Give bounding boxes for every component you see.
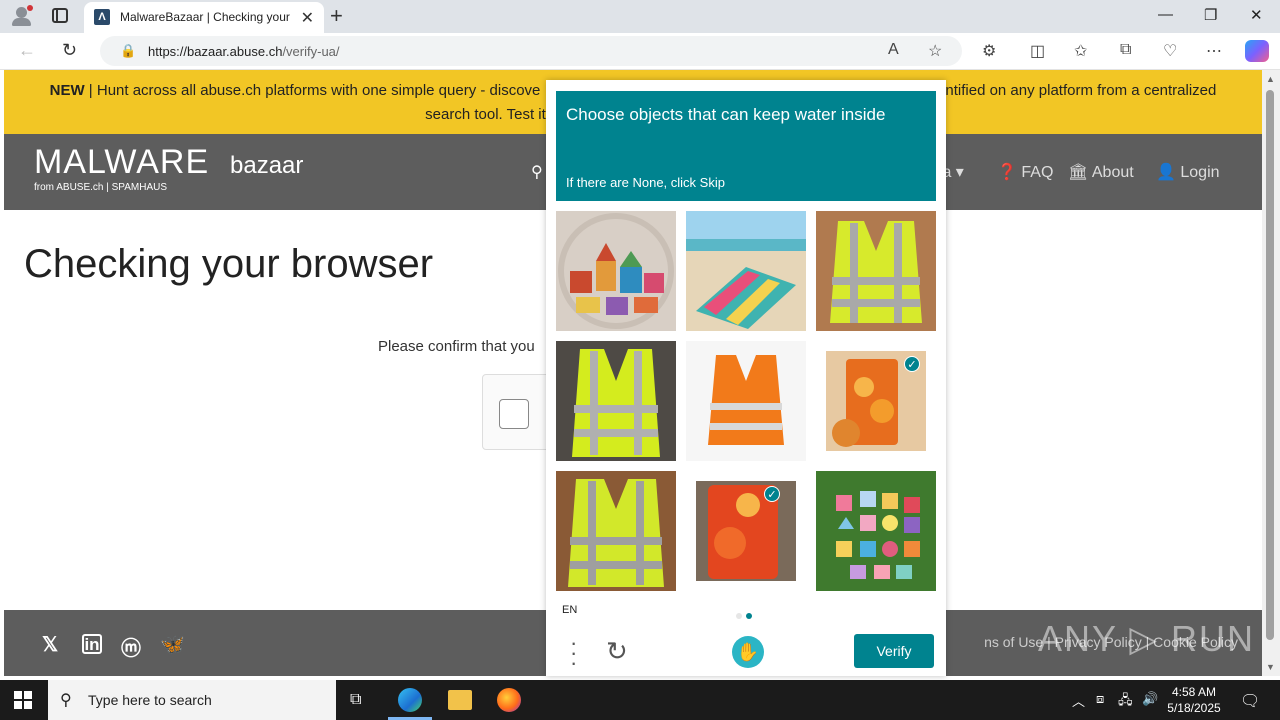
favorite-star-icon[interactable]: ☆ [928, 41, 942, 61]
firefox-icon[interactable] [497, 688, 521, 712]
settings-more-icon[interactable]: ⋯ [1206, 41, 1222, 61]
volume-icon[interactable]: 🔊 [1142, 691, 1158, 707]
minimize-button[interactable]: — [1158, 6, 1173, 23]
clock-time: 4:58 AM [1171, 685, 1217, 699]
refresh-challenge-icon[interactable]: ↻ [606, 636, 628, 667]
iced-tea-image [686, 471, 806, 591]
user-icon: 👤 [1156, 164, 1176, 181]
tile-iced-tea-glass[interactable]: ✓ [816, 341, 936, 461]
logo-malware[interactable]: MALWARE [34, 143, 209, 182]
logo-from: from ABUSE.ch | SPAMHAUS [34, 182, 168, 193]
nav-login[interactable]: 👤 Login [1156, 162, 1220, 182]
tab-actions-icon[interactable] [52, 8, 68, 23]
linkedin-icon[interactable]: in [82, 634, 102, 654]
file-explorer-icon[interactable] [448, 690, 472, 710]
tab-malwarebazaar[interactable]: Λ MalwareBazaar | Checking your bro ✕ [84, 2, 324, 33]
windows-start-icon[interactable] [14, 691, 32, 709]
tile-iced-tea-glass[interactable]: ✓ [686, 471, 806, 591]
clock-date: 5/18/2025 [1167, 701, 1221, 715]
restore-button[interactable]: ❐ [1204, 6, 1217, 24]
close-window-button[interactable]: ✕ [1250, 6, 1263, 24]
collections-icon[interactable]: ⧉ [1120, 41, 1131, 59]
tile-toy-blocks[interactable] [556, 211, 676, 331]
notifications-icon[interactable]: 🗨 [1240, 691, 1260, 711]
scroll-thumb[interactable] [1266, 90, 1274, 640]
logo-bazaar[interactable]: bazaar [230, 152, 303, 180]
nav-about[interactable]: 🏛 About [1068, 162, 1134, 182]
yellow-vest-image [556, 471, 676, 591]
anyrun-watermark: ANY ▷ RUN [1038, 618, 1256, 659]
split-screen-icon[interactable]: ◫ [1030, 41, 1045, 61]
page-title: Checking your browser [24, 242, 434, 286]
question-icon: ❓ [997, 164, 1017, 181]
captcha-checkbox[interactable] [499, 399, 529, 429]
taskbar-search[interactable]: ⚲ Type here to search [48, 680, 336, 720]
bluesky-butterfly-icon[interactable]: 🦋 [160, 632, 185, 657]
extensions-icon[interactable]: ⚙ [982, 41, 996, 61]
verify-button[interactable]: Verify [854, 634, 934, 668]
taskbar-search-placeholder: Type here to search [88, 692, 212, 708]
tile-yellow-vest[interactable] [556, 471, 676, 591]
lock-icon[interactable]: 🔒 [120, 43, 136, 59]
favorites-icon[interactable]: ✩ [1074, 41, 1087, 61]
hcaptcha-logo-icon[interactable]: ✋ [732, 636, 764, 668]
malwarebazaar-favicon-icon: Λ [94, 9, 110, 25]
tab-close-icon[interactable]: ✕ [301, 8, 314, 28]
yellow-vest-image [816, 211, 936, 331]
challenge-question: Choose objects that can keep water insid… [566, 105, 886, 124]
x-twitter-icon[interactable]: 𝕏 [42, 632, 58, 657]
profile-icon[interactable] [10, 5, 34, 27]
copilot-icon[interactable] [1245, 40, 1269, 62]
tile-shape-blocks[interactable] [816, 471, 936, 591]
beach-towel-image [686, 211, 806, 331]
page-indicator [736, 606, 756, 624]
challenge-hint: If there are None, click Skip [566, 175, 725, 190]
network-icon[interactable]: 🖧 [1118, 691, 1133, 713]
scroll-up-icon[interactable]: ▲ [1266, 74, 1275, 84]
scroll-down-icon[interactable]: ▼ [1266, 662, 1275, 672]
page-scrollbar[interactable]: ▲ ▼ [1262, 70, 1280, 676]
tray-chevron-icon[interactable]: ︿ [1072, 691, 1085, 710]
clock[interactable]: 4:58 AM 5/18/2025 [1166, 684, 1222, 716]
tray-device-icon[interactable]: ⧈ [1096, 691, 1104, 707]
url-text[interactable]: https://bazaar.abuse.ch/verify-ua/ [148, 44, 340, 59]
yellow-vest-image [556, 341, 676, 461]
edge-taskbar-icon[interactable] [398, 688, 422, 712]
tile-yellow-vest[interactable] [816, 211, 936, 331]
windows-taskbar: ⚲ Type here to search ⧉ ︿ ⧈ 🖧 🔊 4:58 AM 5… [0, 680, 1280, 720]
orange-vest-image [686, 341, 806, 461]
tile-yellow-vest[interactable] [556, 341, 676, 461]
selected-check-icon: ✓ [764, 486, 780, 502]
toy-blocks-image [556, 211, 676, 331]
selected-check-icon: ✓ [904, 356, 920, 372]
page-dot-active [746, 613, 752, 619]
task-view-icon[interactable]: ⧉ [350, 688, 374, 712]
mastodon-icon[interactable]: ⓜ [121, 632, 141, 661]
back-button[interactable]: ← [18, 40, 36, 61]
browser-essentials-icon[interactable]: ♡ [1163, 41, 1177, 61]
shape-blocks-image [816, 471, 936, 591]
new-tab-button[interactable]: + [330, 3, 343, 29]
building-icon: 🏛 [1068, 164, 1089, 181]
menu-kebab-icon[interactable]: · · · [570, 632, 577, 674]
search-icon: ⚲ [60, 692, 72, 709]
confirm-text: Please confirm that you [378, 338, 535, 355]
search-icon[interactable]: ⚲ [531, 162, 543, 182]
page-dot [736, 613, 742, 619]
address-toolbar: ← ↻ 🔒 https://bazaar.abuse.ch/verify-ua/… [0, 33, 1280, 70]
challenge-prompt: Choose objects that can keep water insid… [556, 91, 936, 201]
tile-orange-vest[interactable] [686, 341, 806, 461]
browser-tab-bar: Λ MalwareBazaar | Checking your bro ✕ + … [0, 0, 1280, 33]
tile-beach-towel[interactable] [686, 211, 806, 331]
captcha-challenge-popup: Choose objects that can keep water insid… [546, 80, 946, 676]
language-selector[interactable]: EN [562, 604, 577, 616]
address-bar[interactable]: 🔒 https://bazaar.abuse.ch/verify-ua/ A ☆ [100, 36, 962, 66]
read-aloud-icon[interactable]: A [888, 41, 899, 59]
nav-faq[interactable]: ❓ FAQ [997, 162, 1053, 182]
refresh-button[interactable]: ↻ [62, 40, 77, 61]
tab-title: MalwareBazaar | Checking your bro [120, 10, 290, 24]
